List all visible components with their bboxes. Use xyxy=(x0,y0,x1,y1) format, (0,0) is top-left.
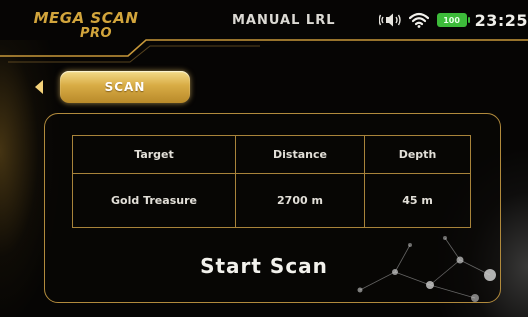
results-table: Target Distance Depth Gold Treasure 2700… xyxy=(72,135,471,228)
table-header-row: Target Distance Depth xyxy=(72,135,471,174)
clock: 23:25 xyxy=(474,10,528,30)
start-scan-button[interactable]: Start Scan xyxy=(0,254,528,278)
back-arrow-icon[interactable] xyxy=(34,80,44,94)
wifi-icon xyxy=(408,12,429,28)
status-bar: 100 23:25 xyxy=(378,8,528,32)
header-divider xyxy=(0,39,528,63)
column-header-distance: Distance xyxy=(235,135,365,174)
table-row: Gold Treasure 2700 m 45 m xyxy=(72,173,471,228)
speaker-icon xyxy=(378,13,401,27)
brand-name: MEGA SCAN xyxy=(33,9,139,27)
cell-target: Gold Treasure xyxy=(72,173,236,228)
screen-title: MANUAL LRL xyxy=(232,13,336,28)
column-header-depth: Depth xyxy=(364,135,471,174)
battery-indicator: 100 xyxy=(436,13,470,27)
column-header-target: Target xyxy=(72,135,236,174)
tab-scan[interactable]: SCAN xyxy=(60,71,190,103)
cell-distance: 2700 m xyxy=(235,173,365,228)
cell-depth: 45 m xyxy=(364,173,471,228)
